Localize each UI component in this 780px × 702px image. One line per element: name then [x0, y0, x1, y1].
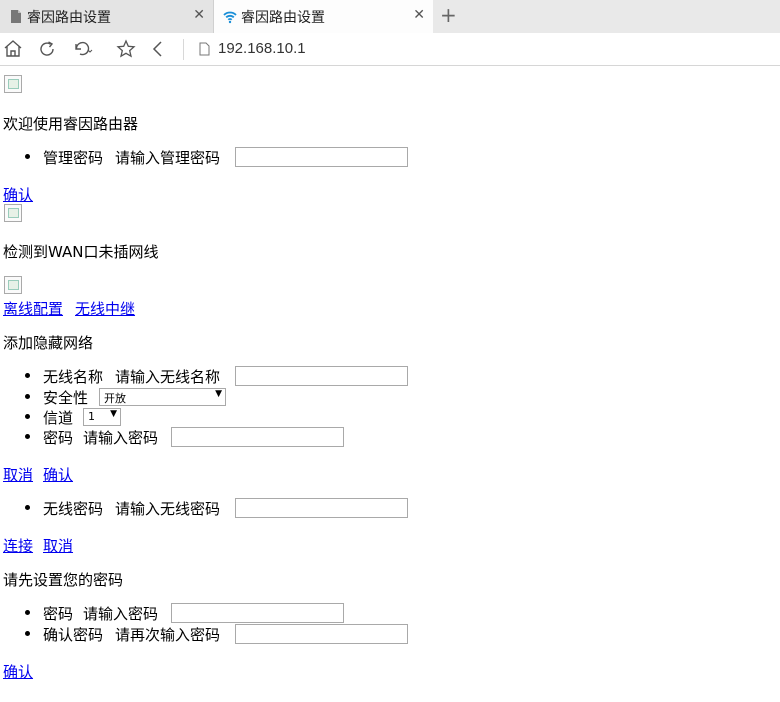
bullet [25, 414, 30, 419]
tab-title: 睿因路由设置 [241, 10, 325, 26]
wifi-password-hint: 请输入无线密码 [115, 500, 221, 518]
close-tab-icon[interactable]: ✕ [193, 7, 205, 23]
security-select-value: 开放 [104, 392, 126, 405]
password-label: 密码 [43, 429, 74, 447]
browser-tab-2-active[interactable]: 睿因路由设置 ✕ [214, 0, 433, 33]
new-password-input[interactable] [171, 603, 344, 623]
channel-select[interactable]: 1 ▼ [83, 408, 121, 426]
cancel-link[interactable]: 取消 [43, 535, 73, 556]
confirm-password-input[interactable] [235, 624, 408, 644]
broken-image-icon [4, 204, 22, 222]
new-password-hint: 请输入密码 [83, 605, 159, 623]
wifi-password-input[interactable] [235, 498, 408, 518]
confirm-link[interactable]: 确认 [3, 661, 33, 682]
browser-tab-strip: 睿因路由设置 ✕ 睿因路由设置 ✕ + [0, 0, 780, 33]
ssid-input[interactable] [235, 366, 408, 386]
security-label: 安全性 [43, 389, 89, 407]
connect-link[interactable]: 连接 [3, 535, 33, 556]
admin-password-label: 管理密码 [43, 149, 104, 167]
wireless-repeater-link[interactable]: 无线中继 [75, 298, 135, 319]
wifi-password-label: 无线密码 [43, 500, 104, 518]
bullet [25, 154, 30, 159]
home-icon[interactable] [2, 38, 24, 60]
bullet [25, 394, 30, 399]
admin-password-hint: 请输入管理密码 [115, 149, 221, 167]
tab-title: 睿因路由设置 [27, 10, 111, 26]
dropdown-arrow-icon: ▼ [215, 389, 222, 399]
confirm-link[interactable]: 确认 [3, 184, 33, 205]
undo-history-icon[interactable] [72, 38, 94, 60]
offline-config-link[interactable]: 离线配置 [3, 298, 63, 319]
broken-image-icon [4, 75, 22, 93]
confirm-link[interactable]: 确认 [43, 464, 73, 485]
close-tab-icon[interactable]: ✕ [413, 7, 425, 23]
address-bar[interactable]: 192.168.10.1 [218, 40, 306, 57]
confirm-password-hint: 请再次输入密码 [115, 626, 221, 644]
cancel-link[interactable]: 取消 [3, 464, 33, 485]
welcome-heading: 欢迎使用睿因路由器 [3, 115, 139, 133]
bullet [25, 373, 30, 378]
channel-select-value: 1 [88, 410, 95, 423]
broken-image-icon [4, 276, 22, 294]
wan-unplugged-notice: 检测到WAN口未插网线 [3, 243, 159, 261]
bullet [25, 505, 30, 510]
dropdown-arrow-icon: ▼ [110, 409, 117, 419]
bullet [25, 434, 30, 439]
document-icon [11, 10, 21, 23]
back-icon[interactable] [147, 38, 169, 60]
bookmark-star-icon[interactable] [115, 38, 137, 60]
bullet [25, 631, 30, 636]
channel-label: 信道 [43, 409, 74, 427]
new-tab-button[interactable]: + [440, 3, 457, 27]
ssid-label: 无线名称 [43, 368, 104, 386]
admin-password-input[interactable] [235, 147, 408, 167]
confirm-password-label: 确认密码 [43, 626, 104, 644]
add-hidden-network-heading: 添加隐藏网络 [3, 334, 94, 352]
password-input[interactable] [171, 427, 344, 447]
security-select[interactable]: 开放 ▼ [99, 388, 226, 406]
password-hint: 请输入密码 [83, 429, 159, 447]
set-password-heading: 请先设置您的密码 [3, 571, 124, 589]
ssid-hint: 请输入无线名称 [115, 368, 221, 386]
reload-icon[interactable] [36, 38, 58, 60]
bullet [25, 610, 30, 615]
page-icon [199, 42, 210, 56]
page-content: 欢迎使用睿因路由器 管理密码 请输入管理密码 确认 检测到WAN口未插网线 离线… [0, 66, 780, 702]
browser-tab-1[interactable]: 睿因路由设置 ✕ [0, 0, 214, 33]
browser-toolbar: 192.168.10.1 [0, 33, 780, 66]
wifi-icon [223, 11, 237, 24]
new-password-label: 密码 [43, 605, 74, 623]
toolbar-divider [183, 39, 184, 60]
